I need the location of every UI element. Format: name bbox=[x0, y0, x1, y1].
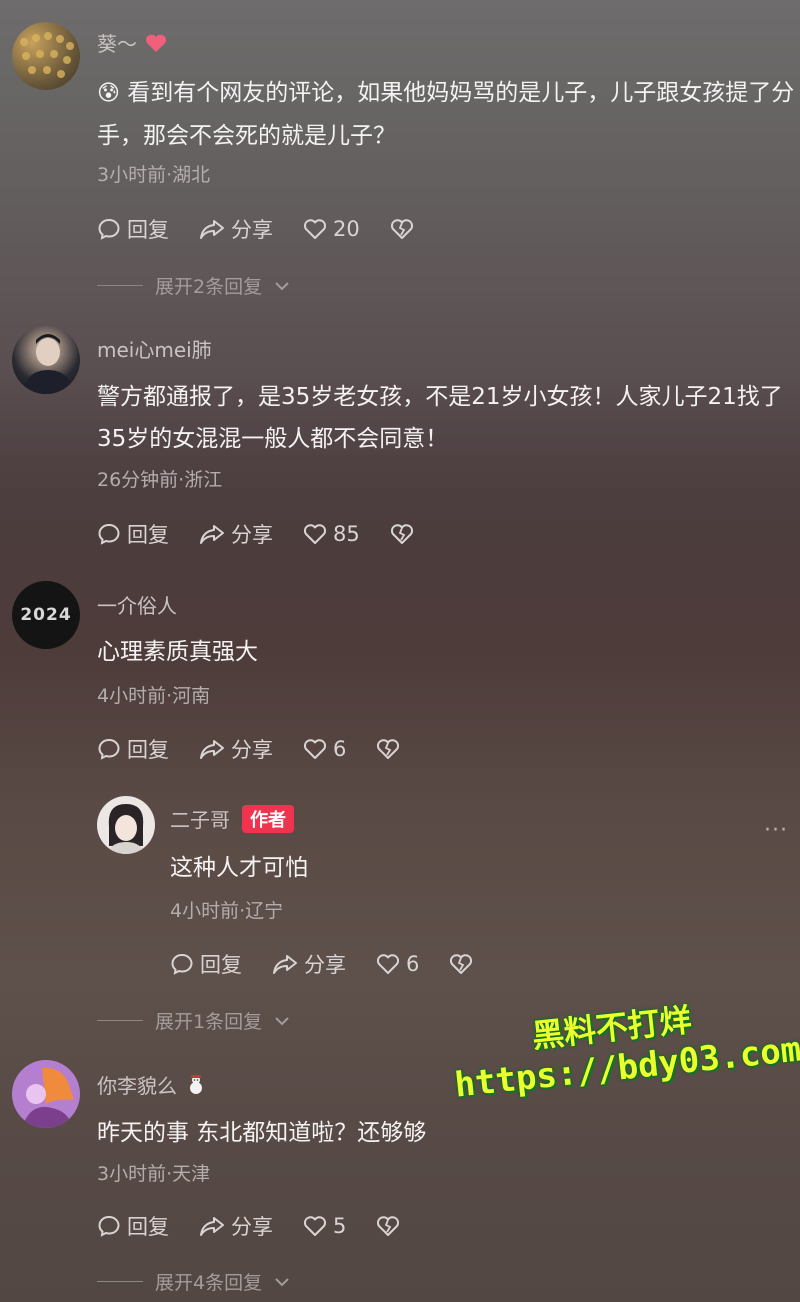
dislike-button[interactable] bbox=[376, 1215, 400, 1237]
more-options-icon[interactable]: ··· bbox=[764, 818, 788, 843]
comment-text: 昨天的事 东北都知道啦？还够够 bbox=[97, 1120, 427, 1146]
comment-meta: 4小时前·河南 bbox=[97, 685, 211, 707]
comment-meta: 3小时前·天津 bbox=[97, 1163, 211, 1185]
like-count: 6 bbox=[333, 737, 347, 761]
share-arrow-icon bbox=[200, 740, 224, 759]
heart-outline-icon bbox=[303, 219, 327, 239]
comment-bubble-icon bbox=[98, 738, 120, 760]
comment-author[interactable]: mei心mei肺 bbox=[97, 334, 212, 363]
reply-avatar[interactable] bbox=[97, 796, 155, 854]
comment-text: 心理素质真强大 bbox=[97, 639, 258, 665]
chevron-down-icon bbox=[275, 281, 289, 290]
comment-bubble-icon bbox=[98, 1215, 120, 1237]
share-button[interactable]: 分享 bbox=[199, 519, 273, 549]
reply-actions: 回复 分享 6 bbox=[170, 949, 503, 979]
reply-button[interactable]: 回复 bbox=[97, 1211, 169, 1241]
share-button[interactable]: 分享 bbox=[272, 949, 346, 979]
watermark: 黑料不打烊 https://bdy03.com bbox=[448, 983, 800, 1106]
divider bbox=[97, 1281, 143, 1282]
avatar[interactable] bbox=[12, 326, 80, 394]
expand-replies-button[interactable]: 展开4条回复 bbox=[97, 1268, 290, 1295]
broken-heart-icon bbox=[377, 1216, 400, 1236]
like-button[interactable]: 6 bbox=[303, 737, 346, 761]
reply-text: 这种人才可怕 bbox=[170, 855, 308, 881]
comment-bubble-icon bbox=[171, 953, 193, 975]
like-count: 20 bbox=[333, 217, 360, 241]
like-count: 5 bbox=[333, 1214, 347, 1238]
reply-meta: 4小时前·辽宁 bbox=[170, 900, 284, 922]
avatar-image bbox=[22, 334, 74, 394]
expand-replies-button[interactable]: 展开2条回复 bbox=[97, 272, 290, 299]
share-arrow-icon bbox=[273, 955, 297, 974]
share-arrow-icon bbox=[200, 1217, 224, 1236]
like-button[interactable]: 20 bbox=[303, 217, 360, 241]
like-count: 6 bbox=[406, 952, 420, 976]
comment-bubble-icon bbox=[98, 523, 120, 545]
heart-outline-icon bbox=[303, 1216, 327, 1236]
avatar-text: 2024 bbox=[20, 605, 72, 625]
chevron-down-icon bbox=[275, 1277, 289, 1286]
like-button[interactable]: 6 bbox=[376, 952, 419, 976]
reply-author[interactable]: 二子哥 作者 bbox=[170, 804, 294, 833]
dislike-button[interactable] bbox=[376, 738, 400, 760]
comment-actions: 回复 分享 85 bbox=[97, 519, 444, 549]
snowman-icon bbox=[190, 1074, 202, 1094]
sweat-emoji-icon: 😰 bbox=[97, 81, 120, 106]
comment-author[interactable]: 葵～ bbox=[97, 28, 167, 57]
avatar-image bbox=[107, 804, 145, 854]
avatar[interactable] bbox=[12, 1060, 80, 1128]
comment-text: 😰 看到有个网友的评论，如果他妈妈骂的是儿子，儿子跟女孩提了分手，那会不会死的就… bbox=[97, 80, 795, 149]
broken-heart-icon bbox=[450, 954, 473, 974]
like-button[interactable]: 85 bbox=[303, 522, 360, 546]
comment-author[interactable]: 你李貌么 bbox=[97, 1070, 207, 1099]
comment-meta: 3小时前·湖北 bbox=[97, 164, 211, 186]
avatar[interactable]: 2024 bbox=[12, 581, 80, 649]
dislike-button[interactable] bbox=[449, 953, 473, 975]
heart-outline-icon bbox=[376, 954, 400, 974]
divider bbox=[97, 285, 143, 286]
comment-actions: 回复 分享 6 bbox=[97, 734, 430, 764]
avatar-image bbox=[22, 1067, 74, 1128]
heart-badge-icon bbox=[146, 34, 166, 52]
expand-replies-button[interactable]: 展开1条回复 bbox=[97, 1007, 290, 1034]
like-count: 85 bbox=[333, 522, 360, 546]
comment-author[interactable]: 一介俗人 bbox=[97, 590, 177, 619]
broken-heart-icon bbox=[377, 739, 400, 759]
chevron-down-icon bbox=[275, 1016, 289, 1025]
heart-outline-icon bbox=[303, 739, 327, 759]
share-button[interactable]: 分享 bbox=[199, 214, 273, 244]
comment-actions: 回复 分享 5 bbox=[97, 1211, 430, 1241]
share-arrow-icon bbox=[200, 220, 224, 239]
heart-outline-icon bbox=[303, 524, 327, 544]
comment-bubble-icon bbox=[98, 218, 120, 240]
reply-button[interactable]: 回复 bbox=[170, 949, 242, 979]
reply-button[interactable]: 回复 bbox=[97, 519, 169, 549]
reply-button[interactable]: 回复 bbox=[97, 734, 169, 764]
comment-actions: 回复 分享 20 bbox=[97, 214, 444, 244]
avatar[interactable] bbox=[12, 22, 80, 90]
broken-heart-icon bbox=[390, 219, 413, 239]
reply-button[interactable]: 回复 bbox=[97, 214, 169, 244]
dislike-button[interactable] bbox=[390, 523, 414, 545]
share-arrow-icon bbox=[200, 525, 224, 544]
divider bbox=[97, 1020, 143, 1021]
dislike-button[interactable] bbox=[390, 218, 414, 240]
share-button[interactable]: 分享 bbox=[199, 734, 273, 764]
author-badge: 作者 bbox=[242, 804, 294, 833]
share-button[interactable]: 分享 bbox=[199, 1211, 273, 1241]
avatar-image bbox=[20, 32, 74, 78]
comment-text: 警方都通报了，是35岁老女孩，不是21岁小女孩！人家儿子21找了35岁的女混混一… bbox=[97, 384, 783, 452]
comment-meta: 26分钟前·浙江 bbox=[97, 469, 223, 491]
broken-heart-icon bbox=[390, 524, 413, 544]
like-button[interactable]: 5 bbox=[303, 1214, 346, 1238]
